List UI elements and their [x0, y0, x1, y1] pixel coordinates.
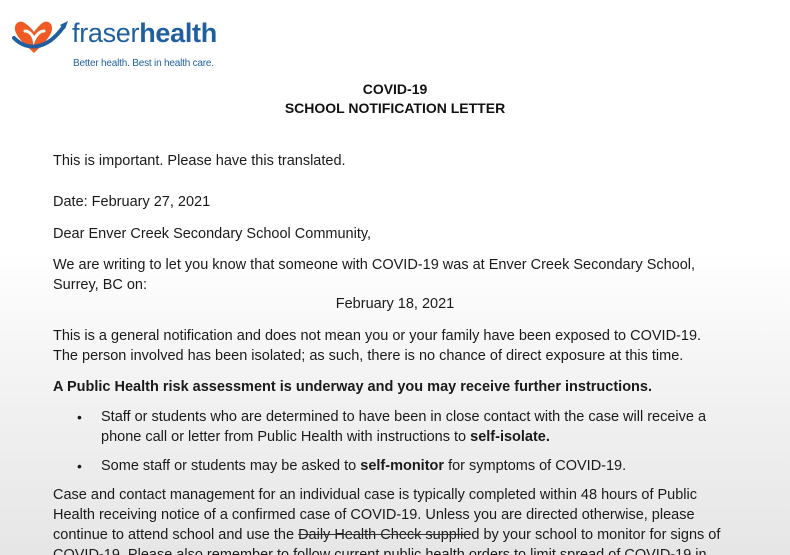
letter-title-line1: COVID-19	[362, 81, 428, 97]
case-management-line-3-post: d by your school to monitor for signs of	[471, 527, 721, 543]
case-management-line-3-pre: continue to attend school and use the	[53, 527, 299, 543]
translation-notice: This is important. Please have this tran…	[53, 153, 346, 169]
general-notice-line-1: This is a general notification and does …	[53, 328, 702, 344]
intro-line-1: We are writing to let you know that some…	[53, 257, 696, 273]
salutation: Dear Enver Creek Secondary School Commun…	[53, 226, 372, 242]
case-management-line-3: continue to attend school and use the Da…	[53, 527, 720, 543]
exposure-date: February 18, 2021	[335, 296, 455, 312]
self-monitor-text: self-monitor	[360, 458, 445, 474]
fraser-health-logo: fraserhealth Better health. Best in heal…	[12, 16, 232, 76]
risk-assessment-heading: A Public Health risk assessment is under…	[53, 379, 653, 395]
case-management-line-4: COVID-19. Please also remember to follow…	[53, 547, 707, 555]
heart-logo-icon	[12, 21, 68, 53]
brand-name-part2: health	[139, 18, 217, 48]
self-isolate-text: self-isolate.	[470, 429, 550, 445]
letter-date: Date: February 27, 2021	[53, 194, 211, 210]
case-management-line-2: Health receiving notice of a confirmed c…	[53, 507, 695, 523]
bullet-1-line-2-text: phone call or letter from Public Health …	[101, 429, 471, 445]
letter-page: fraserhealth Better health. Best in heal…	[0, 0, 790, 555]
brand-name-part1: fraser	[72, 18, 140, 48]
brand-name: fraserhealth	[72, 18, 217, 49]
bullet-2-text-post: for symptoms of COVID-19.	[444, 458, 627, 474]
bullet-1-line-2: phone call or letter from Public Health …	[101, 429, 550, 445]
bullet-2-line: Some staff or students may be asked to s…	[101, 458, 626, 474]
intro-line-2: Surrey, BC on:	[53, 277, 148, 293]
general-notice-line-2: The person involved has been isolated; a…	[53, 348, 684, 364]
letter-title-line2: SCHOOL NOTIFICATION LETTER	[284, 100, 506, 116]
bullet-1-line-1: Staff or students who are determined to …	[101, 409, 707, 425]
case-management-line-1: Case and contact management for an indiv…	[53, 487, 697, 503]
bullet-2-text-pre: Some staff or students may be asked to	[101, 458, 361, 474]
bullet-marker-1: •	[77, 409, 82, 425]
bullet-marker-2: •	[77, 458, 82, 474]
brand-tagline: Better health. Best in health care.	[73, 58, 214, 69]
daily-health-check-link[interactable]: Daily Health Check supplie	[298, 527, 471, 543]
